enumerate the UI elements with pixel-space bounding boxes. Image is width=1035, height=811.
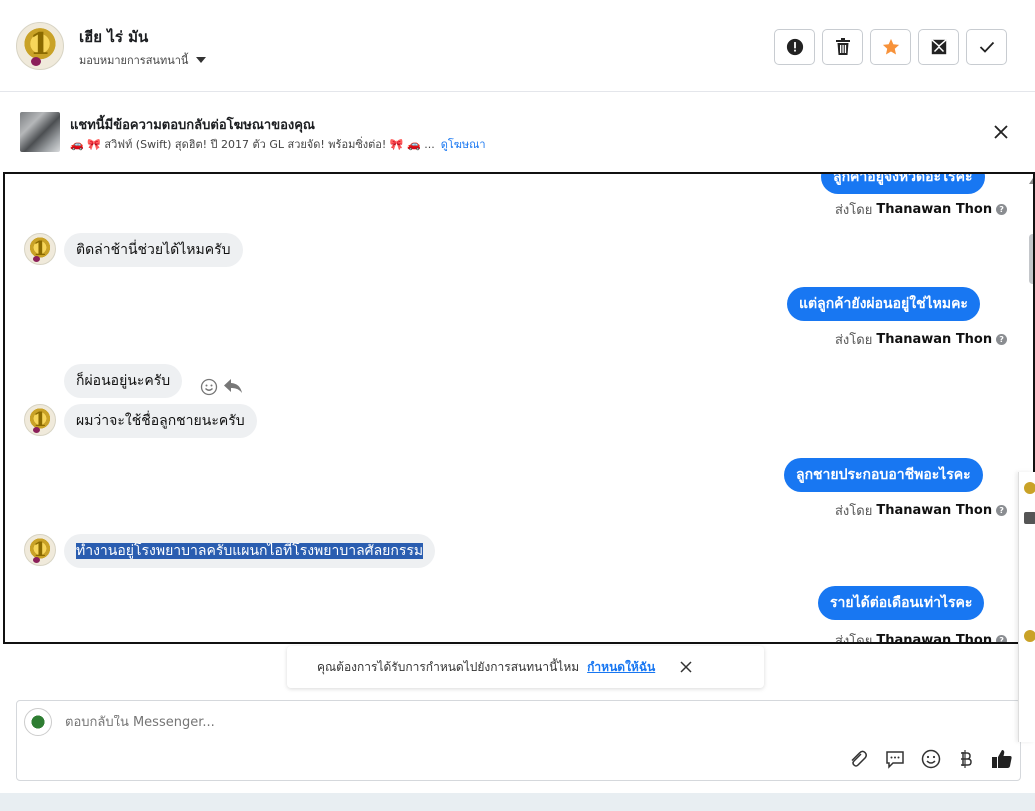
saved-reply-icon [886,751,904,769]
dismiss-prompt-button[interactable] [677,658,695,676]
outgoing-message[interactable]: รายได้ต่อเดือนเท่าไรคะ [818,586,985,620]
mark-unread-icon [930,39,947,55]
footer-strip [0,793,1035,811]
incoming-message[interactable]: ติดล่าช้านี่ช่วยได้ไหมครับ [64,233,243,267]
contact-avatar-small[interactable]: 1 [24,404,56,436]
page-avatar [24,708,52,736]
reply-composer [16,700,1021,781]
incoming-message[interactable]: ผมว่าจะใช้ชื่อลูกชายนะครับ [64,404,257,438]
help-icon[interactable]: ? [996,505,1008,516]
sent-by-prefix: ส่งโดย [835,504,873,519]
assign-prompt: คุณต้องการได้รับการกำหนดไปยังการสนทนานี้… [287,646,764,688]
agent-name: Thanawan Thon [876,332,993,347]
sent-by-label: ส่งโดย Thanawan Thon? [835,329,1008,350]
like-icon [992,750,1012,768]
conversation-header: 1 เฮีย ไร่ มัน มอบหมายการสนทนานี้ [0,0,1035,92]
currency-icon [961,750,972,768]
help-icon[interactable]: ? [996,635,1008,642]
view-ad-link[interactable]: ดูโฆษณา [441,135,486,153]
close-banner-button[interactable] [990,121,1012,143]
contact-avatar[interactable]: 1 [16,22,64,70]
panel-avatar[interactable] [1024,482,1035,494]
trash-icon [835,38,850,55]
agent-name: Thanawan Thon [876,202,993,217]
help-icon[interactable]: ? [996,334,1008,345]
incoming-message[interactable]: ทำงานอยู่โรงพยาบาลครับแผนกไอทีโรงพยาบาลศ… [64,534,436,568]
contact-name[interactable]: เฮีย ไร่ มัน [79,25,148,49]
assign-to-me-link[interactable]: กำหนดให้ฉัน [587,658,655,677]
sent-by-label: ส่งโดย Thanawan Thon? [835,199,1008,220]
star-button[interactable] [870,29,911,65]
reply-icon[interactable] [223,377,243,399]
assign-label: มอบหมายการสนทนานี้ [79,54,189,67]
attach-icon [851,750,867,767]
incoming-message[interactable]: ก็ผ่อนอยู่นะครับ [64,364,183,398]
sent-by-prefix: ส่งโดย [835,634,873,644]
ad-thumbnail[interactable] [20,112,60,152]
panel-avatar[interactable] [1024,630,1035,642]
caret-down-icon [196,57,207,63]
panel-thumbnail[interactable] [1024,512,1035,524]
mark-spam-button[interactable] [774,29,815,65]
outgoing-message[interactable]: ลูกค้าอยู่จังหวัดอะไรคะ [821,174,985,194]
sent-by-label: ส่งโดย Thanawan Thon? [835,500,1008,521]
react-emoji-icon[interactable] [200,378,218,400]
reply-input[interactable] [65,715,665,730]
side-panel-edge[interactable] [1018,472,1035,742]
delete-button[interactable] [822,29,863,65]
contact-avatar-small[interactable]: 1 [24,534,56,566]
avatar-badge [31,57,41,66]
payment-button[interactable] [954,747,978,771]
assign-prompt-text: คุณต้องการได้รับการกำหนดไปยังการสนทนานี้… [317,659,580,674]
selected-text: ทำงานอยู่โรงพยาบาลครับแผนกไอทีโรงพยาบาลศ… [76,543,424,559]
spam-icon [786,38,803,56]
ad-description: 🚗 🎀 สวิฟท์ (Swift) สุดฮิต! ปี 2017 ตัว G… [70,138,435,151]
emoji-button[interactable] [919,747,943,771]
ad-banner-subtitle: 🚗 🎀 สวิฟท์ (Swift) สุดฮิต! ปี 2017 ตัว G… [70,135,486,153]
agent-name: Thanawan Thon [876,633,993,644]
emoji-icon [921,749,941,769]
avatar-logo-text: 1 [29,27,51,62]
mark-unread-button[interactable] [918,29,959,65]
scrollbar-thumb[interactable] [1029,234,1033,284]
close-icon [994,125,1008,139]
star-icon [882,38,899,55]
help-icon[interactable]: ? [996,204,1008,215]
done-icon [979,41,994,53]
sent-by-prefix: ส่งโดย [835,203,873,218]
mark-done-button[interactable] [966,29,1007,65]
outgoing-message[interactable]: แต่ลูกค้ายังผ่อนอยู่ใช่ไหมคะ [787,287,980,321]
send-like-button[interactable] [990,747,1014,771]
assign-conversation-dropdown[interactable]: มอบหมายการสนทนานี้ [79,51,207,69]
saved-replies-button[interactable] [883,747,907,771]
outgoing-message[interactable]: ลูกชายประกอบอาชีพอะไรคะ [784,458,983,492]
agent-name: Thanawan Thon [876,503,993,518]
close-icon [680,661,692,673]
ad-banner-title: แชทนี้มีข้อความตอบกลับต่อโฆษณาของคุณ [70,118,315,133]
sent-by-label: ส่งโดย Thanawan Thon? [835,630,1008,644]
sent-by-prefix: ส่งโดย [835,333,873,348]
contact-avatar-small[interactable]: 1 [24,233,56,265]
scroll-up-arrow-icon[interactable] [1029,178,1033,184]
attach-button[interactable] [846,747,870,771]
message-thread[interactable]: ลูกค้าอยู่จังหวัดอะไรคะ ส่งโดย Thanawan T… [3,172,1035,644]
